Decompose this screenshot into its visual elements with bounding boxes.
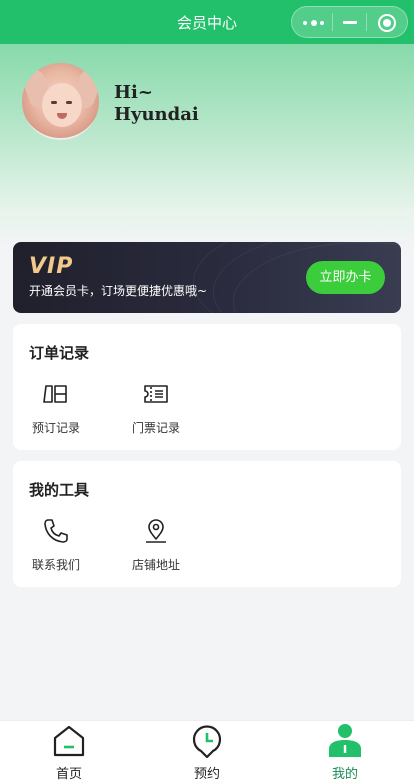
capsule-divider xyxy=(332,13,333,31)
greeting-text: Hi~ xyxy=(114,82,153,103)
user-name: Hyundai xyxy=(114,104,199,125)
tab-booking-label: 预约 xyxy=(193,767,220,780)
vip-promo-text: 开通会员卡，订场更便捷优惠哦~ xyxy=(29,284,208,298)
user-icon xyxy=(329,724,361,757)
more-options-icon[interactable] xyxy=(303,20,327,26)
clock-pin-icon xyxy=(192,725,222,759)
location-icon xyxy=(146,519,166,543)
ticket-records-item[interactable]: 门票记录 xyxy=(116,380,196,436)
store-address-item[interactable]: 店铺地址 xyxy=(116,517,196,573)
vip-badge: VIP xyxy=(29,254,74,279)
book-icon xyxy=(43,385,67,403)
home-icon xyxy=(53,725,85,757)
avatar[interactable] xyxy=(22,63,99,140)
contact-us-label: 联系我们 xyxy=(31,558,80,572)
tab-home[interactable]: 首页 xyxy=(19,721,119,780)
tab-booking[interactable]: 预约 xyxy=(157,721,257,780)
phone-icon xyxy=(44,519,68,543)
ticket-icon xyxy=(144,385,168,403)
my-tools-panel: 我的工具 联系我们 店铺地址 xyxy=(13,461,401,587)
order-records-panel: 订单记录 预订记录 门票记录 xyxy=(13,324,401,450)
ticket-records-label: 门票记录 xyxy=(131,421,180,435)
get-vip-card-button[interactable]: 立即办卡 xyxy=(306,261,385,294)
tab-mine[interactable]: 我的 xyxy=(295,721,395,780)
capsule-divider xyxy=(366,13,367,31)
order-records-title: 订单记录 xyxy=(29,344,90,362)
user-greeting: Hi~ Hyundai xyxy=(114,82,314,126)
tab-mine-label: 我的 xyxy=(331,767,358,780)
minimize-icon[interactable] xyxy=(343,21,357,24)
booking-records-item[interactable]: 预订记录 xyxy=(16,380,96,436)
tab-home-label: 首页 xyxy=(55,767,82,780)
bottom-tab-bar: 首页 预约 我的 xyxy=(0,720,414,780)
navigation-bar: 会员中心 xyxy=(0,0,414,44)
booking-records-label: 预订记录 xyxy=(31,421,80,435)
close-mini-program-icon[interactable] xyxy=(378,14,396,32)
store-address-label: 店铺地址 xyxy=(131,558,180,572)
my-tools-title: 我的工具 xyxy=(29,481,90,499)
contact-us-item[interactable]: 联系我们 xyxy=(16,517,96,573)
mini-program-capsule xyxy=(291,6,408,38)
